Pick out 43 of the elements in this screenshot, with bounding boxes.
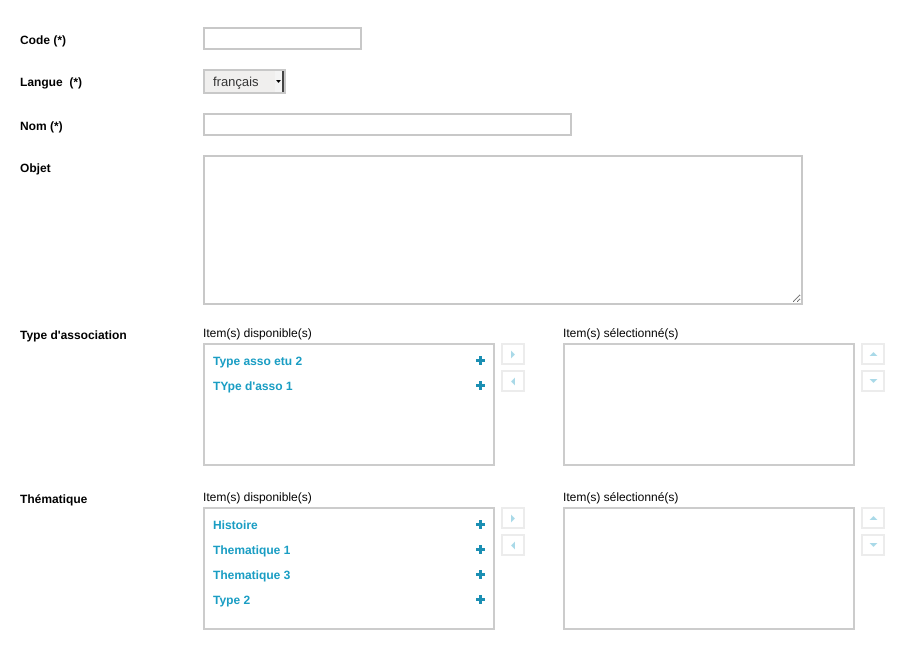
move-down-button[interactable] — [861, 534, 885, 556]
add-button[interactable] — [501, 507, 525, 529]
list-heading: Item(s) disponible(s) — [203, 326, 313, 341]
down-arrow-icon — [868, 542, 878, 548]
move-up-button[interactable] — [861, 507, 885, 529]
up-arrow-icon — [868, 515, 878, 521]
move-up-button[interactable] — [861, 343, 885, 365]
caret-icon — [275, 71, 284, 92]
move-down-button[interactable] — [861, 370, 885, 392]
right-arrow-icon — [510, 514, 516, 522]
left-arrow-icon — [510, 376, 516, 386]
left-arrow-icon — [510, 540, 516, 550]
field-label: Nom (*) — [20, 118, 64, 135]
remove-button[interactable] — [501, 534, 525, 556]
text-input[interactable] — [203, 113, 572, 136]
language-select[interactable]: français — [203, 69, 286, 94]
plus-icon — [476, 356, 485, 365]
field-label: Thématique — [20, 491, 88, 508]
list-heading: Item(s) sélectionné(s) — [563, 490, 680, 505]
list-item[interactable]: Thematique 3 — [213, 562, 493, 587]
up-arrow-icon — [868, 351, 878, 357]
list-heading: Item(s) sélectionné(s) — [563, 326, 680, 341]
right-arrow-icon — [510, 350, 516, 358]
plus-icon — [476, 545, 485, 554]
field-label: Code (*) — [20, 32, 67, 49]
plus-icon — [476, 381, 485, 390]
plus-icon — [476, 595, 485, 604]
list-heading: Item(s) disponible(s) — [203, 490, 313, 505]
list-item[interactable]: TYpe d'asso 1 — [213, 373, 493, 398]
down-arrow-icon — [868, 378, 878, 384]
field-label: Langue (*) — [20, 74, 83, 91]
add-button[interactable] — [501, 343, 525, 365]
list-item[interactable]: Histoire — [213, 512, 493, 537]
field-label: Objet — [20, 160, 52, 177]
list-item[interactable]: Thematique 1 — [213, 537, 493, 562]
plus-icon — [476, 520, 485, 529]
remove-button[interactable] — [501, 370, 525, 392]
plus-icon — [476, 570, 485, 579]
list-item[interactable]: Type 2 — [213, 587, 493, 612]
list-item[interactable]: Type asso etu 2 — [213, 348, 493, 373]
field-label: Type d'association — [20, 327, 128, 344]
text-input[interactable] — [203, 27, 362, 50]
text-area[interactable] — [203, 155, 803, 305]
